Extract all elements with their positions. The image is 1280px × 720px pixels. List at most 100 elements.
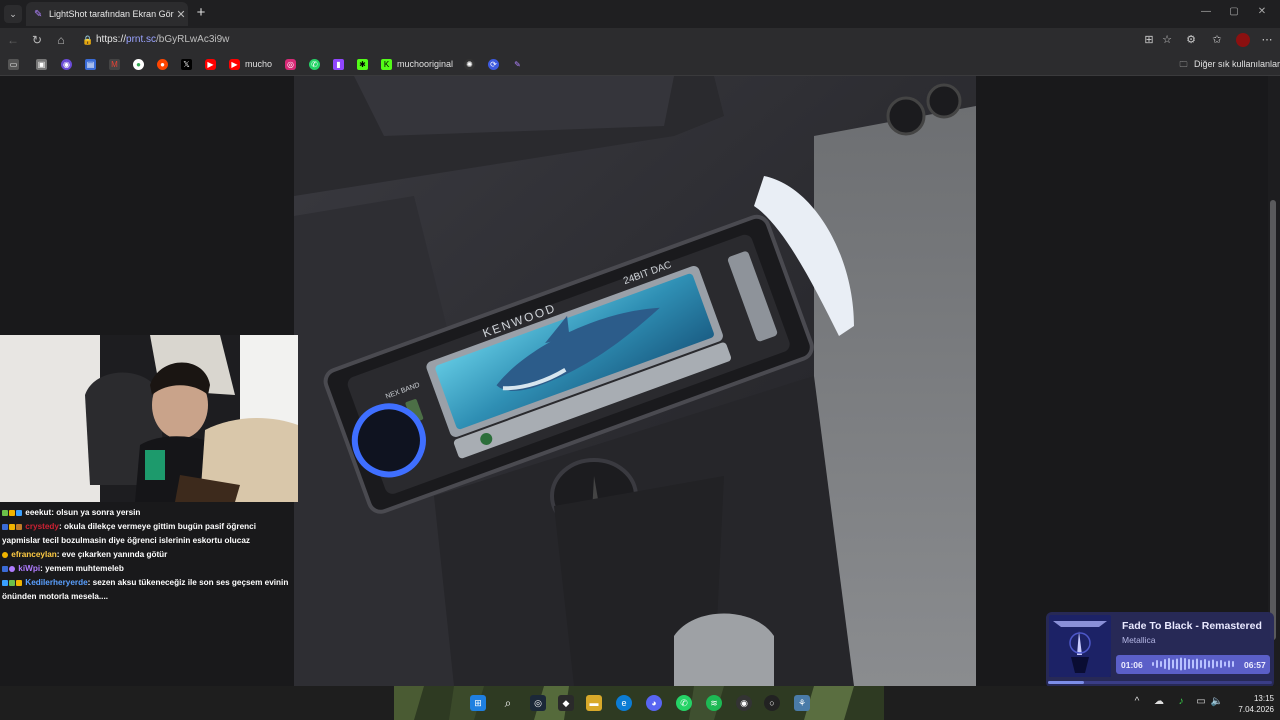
- bookmark-item[interactable]: ▶: [205, 57, 221, 71]
- spotify-icon[interactable]: ≋: [706, 695, 722, 711]
- kick-icon: ✱: [357, 58, 368, 70]
- onedrive-icon[interactable]: ☁: [1152, 696, 1166, 707]
- discord-icon[interactable]: ◕: [646, 695, 662, 711]
- app-icon[interactable]: ⚘: [794, 695, 810, 711]
- chevron-up-icon[interactable]: ^: [1130, 696, 1144, 707]
- chat-username: crystedy: [25, 522, 59, 531]
- folder-icon: 🗀: [1179, 59, 1188, 69]
- obs-icon[interactable]: ◉: [736, 695, 752, 711]
- whatsapp-icon: ✆: [309, 58, 320, 70]
- app-icon[interactable]: ○: [764, 695, 780, 711]
- maximize-button[interactable]: ▢: [1224, 6, 1244, 22]
- waveform-bar: [1172, 659, 1174, 669]
- album-art: [1049, 615, 1111, 677]
- bookmark-item[interactable]: ▮: [333, 57, 349, 71]
- waveform-bar: [1192, 659, 1194, 669]
- waveform-bar: [1228, 660, 1230, 668]
- progress-bar[interactable]: [1048, 681, 1272, 684]
- youtube-icon: ▶: [205, 58, 216, 70]
- microphone-icon[interactable]: ♪: [1174, 696, 1188, 707]
- waveform-bar: [1164, 659, 1166, 669]
- chat-text: : yemem muhtemeleb: [40, 564, 124, 573]
- lock-icon: 🔒: [82, 35, 94, 45]
- whatsapp-icon[interactable]: ✆: [676, 695, 692, 711]
- track-title: Fade To Black - Remastered: [1122, 620, 1262, 632]
- bookmark-label: muchooriginal: [397, 59, 454, 69]
- other-bookmarks[interactable]: 🗀 Diğer sık kullanılanlar: [1178, 57, 1280, 71]
- waveform-bar: [1180, 657, 1182, 671]
- car-stereo-photo: KENWOOD 24BIT DAC NEX BAND: [294, 76, 976, 686]
- waveform-bar: [1208, 660, 1210, 668]
- bookmark-item[interactable]: ✱: [357, 57, 373, 71]
- tab-actions-menu-button[interactable]: ⌄: [4, 5, 22, 23]
- badge-icon: [9, 509, 15, 516]
- bookmark-label: mucho: [245, 59, 273, 69]
- bookmark-item[interactable]: ▭: [8, 57, 24, 71]
- bookmark-item[interactable]: ●: [157, 57, 173, 71]
- bookmark-item[interactable]: ✆: [309, 57, 325, 71]
- waveform-bar: [1232, 661, 1234, 667]
- bookmark-item[interactable]: ✎: [512, 57, 528, 71]
- elapsed-time: 01:06: [1121, 660, 1143, 670]
- webcam-overlay: [0, 335, 298, 502]
- clock-time: 13:15: [1253, 694, 1274, 703]
- bookmark-item[interactable]: ◎: [285, 57, 301, 71]
- url-host: prnt.sc: [126, 34, 157, 45]
- waveform-bar: [1168, 658, 1170, 670]
- bookmark-item[interactable]: ●: [133, 57, 149, 71]
- bookmark-item[interactable]: ▣: [36, 57, 52, 71]
- scrollbar-thumb[interactable]: [1270, 200, 1276, 640]
- bookmarks-bar: ▭ ▣ ◉ ▤ M ● ● 𝕏 ▶ ▶ mucho ◎ ✆ ▮ ✱ Kmuchoo…: [0, 52, 1280, 76]
- file-explorer-icon[interactable]: ▬: [586, 695, 602, 711]
- bookmark-item[interactable]: ▤: [85, 57, 101, 71]
- search-icon[interactable]: ⌕: [500, 695, 516, 711]
- bookmark-item[interactable]: ⟳: [488, 57, 504, 71]
- tab-lightshot[interactable]: ✎ LightShot tarafından Ekran Görünt ✕: [26, 2, 188, 26]
- more-menu-icon[interactable]: ⋯: [1258, 31, 1276, 49]
- profile-avatar[interactable]: [1234, 31, 1252, 49]
- webcam-feed: [0, 335, 298, 502]
- chat-message: efranceylan: eve çıkarken yanında götür: [2, 548, 296, 562]
- bookmark-item[interactable]: ◉: [61, 57, 77, 71]
- favorite-star-icon[interactable]: ☆: [1158, 31, 1176, 49]
- bookmark-item[interactable]: M: [109, 57, 125, 71]
- clock-date: 7.04.2026: [1238, 705, 1274, 714]
- url-path: /bGyRLwAc3i9w: [156, 34, 230, 45]
- close-tab-icon[interactable]: ✕: [174, 8, 188, 21]
- favorites-icon[interactable]: ✩: [1208, 31, 1226, 49]
- bookmark-mucho[interactable]: ▶ mucho: [229, 57, 272, 71]
- waveform-bar: [1224, 661, 1226, 667]
- bookmark-app-icon: ⟳: [488, 58, 499, 70]
- bookmark-item[interactable]: ✺: [464, 57, 480, 71]
- bookmark-muchooriginal[interactable]: Kmuchooriginal: [381, 57, 453, 71]
- bookmark-item[interactable]: 𝕏: [181, 57, 197, 71]
- close-window-button[interactable]: ✕: [1252, 6, 1272, 22]
- waveform-icon: [1152, 657, 1234, 671]
- extensions-icon[interactable]: ⚙: [1182, 31, 1200, 49]
- new-tab-button[interactable]: +: [192, 4, 210, 22]
- twitch-icon: ▮: [333, 58, 344, 70]
- minimize-button[interactable]: —: [1196, 6, 1216, 22]
- gmail-icon: M: [109, 58, 120, 70]
- start-windows-icon[interactable]: ⊞: [470, 695, 486, 711]
- network-icon[interactable]: ▭: [1194, 696, 1208, 707]
- refresh-icon[interactable]: ↻: [28, 31, 46, 49]
- waveform-bar: [1176, 658, 1178, 670]
- edge-browser-icon[interactable]: e: [616, 695, 632, 711]
- chat-text: : olsun ya sonra yersin: [51, 508, 141, 517]
- split-screen-icon[interactable]: ⊞: [1140, 31, 1158, 49]
- waveform-bar: [1188, 659, 1190, 669]
- home-icon[interactable]: ⌂: [52, 31, 70, 49]
- steam-icon[interactable]: ◎: [530, 695, 546, 711]
- stream-chat: eeekut: olsun ya sonra yersin crystedy: …: [0, 506, 296, 608]
- waveform-bar: [1200, 660, 1202, 668]
- volume-icon[interactable]: 🔈: [1210, 696, 1224, 707]
- waveform-bar: [1152, 662, 1154, 666]
- taskbar-clock[interactable]: 13:15 7.04.2026: [1226, 693, 1274, 715]
- edge-tab-icon[interactable]: ◆: [558, 695, 574, 711]
- address-bar[interactable]: 🔒 https://prnt.sc/bGyRLwAc3i9w: [78, 30, 1188, 50]
- chat-message: crystedy: okula dilekçe vermeye gittim b…: [2, 520, 296, 548]
- bookmark-app-icon: ▣: [36, 58, 47, 70]
- track-duration: 06:57: [1244, 660, 1266, 670]
- back-icon[interactable]: ←: [4, 31, 22, 49]
